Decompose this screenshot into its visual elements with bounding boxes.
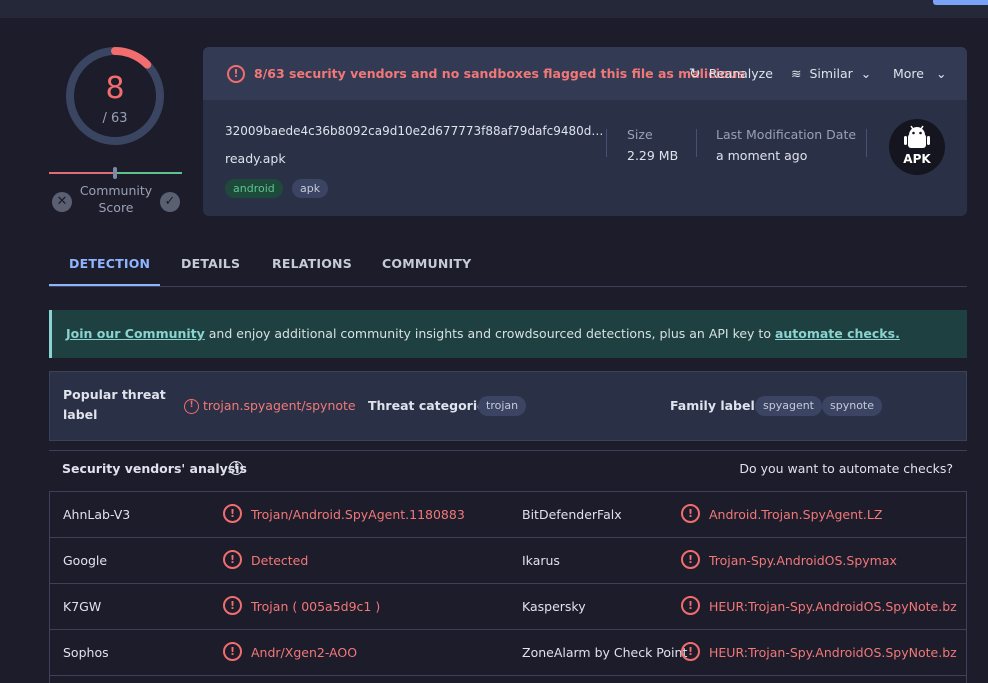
tab-detection[interactable]: DETECTION <box>69 256 150 271</box>
vendor-result: Detected <box>251 553 309 568</box>
popular-threat-label: Popular threat label <box>63 387 166 422</box>
size-value: 2.29 MB <box>627 148 679 163</box>
top-action-button[interactable] <box>933 0 988 5</box>
size-label: Size <box>627 127 653 142</box>
detections-count: 8 <box>105 71 125 106</box>
divider <box>606 129 607 157</box>
vendor-result: HEUR:Trojan-Spy.AndroidOS.SpyNote.bz <box>709 645 957 660</box>
similar-dropdown[interactable]: ≋ Similar ⌄ <box>791 66 871 81</box>
alert-icon: ! <box>227 65 245 83</box>
table-row: AhnLab-V3 ! Trojan/Android.SpyAgent.1180… <box>50 492 966 538</box>
vendor-result: Andr/Xgen2-AOO <box>251 645 358 660</box>
community-banner: Join our Community and enjoy additional … <box>49 310 967 358</box>
alert-icon: ! <box>681 504 700 523</box>
malicious-alert: 8/63 security vendors and no sandboxes f… <box>254 66 745 81</box>
file-card-header: ! 8/63 security vendors and no sandboxes… <box>203 47 967 100</box>
file-summary-card: ! 8/63 security vendors and no sandboxes… <box>203 47 967 216</box>
total-vendors: / 63 <box>102 111 128 126</box>
vendor-result: Trojan/Android.SpyAgent.1180883 <box>251 507 465 522</box>
alert-icon: ! <box>223 550 242 569</box>
community-score-bar <box>49 167 182 179</box>
automate-checks-prompt[interactable]: Do you want to automate checks? <box>739 461 953 476</box>
vote-malicious-icon[interactable]: ✕ <box>52 192 72 212</box>
tab-community[interactable]: COMMUNITY <box>382 256 471 271</box>
vendors-analysis-header: Security vendors' analysis i Do you want… <box>49 450 967 490</box>
family-label-pill[interactable]: spyagent <box>755 396 822 416</box>
popular-threat-value[interactable]: trojan.spyagent/spynote <box>203 398 356 413</box>
alert-icon: ! <box>223 504 242 523</box>
chevron-down-icon: ⌄ <box>860 66 872 81</box>
vendors-analysis-title: Security vendors' analysis <box>62 461 247 476</box>
join-community-link[interactable]: Join our Community <box>66 326 205 341</box>
tag-android[interactable]: android <box>225 179 283 198</box>
top-navbar <box>0 0 988 18</box>
divider <box>696 129 697 157</box>
chevron-down-icon: ⌄ <box>935 66 947 81</box>
tab-details[interactable]: DETAILS <box>181 256 240 271</box>
threat-categories-label: Threat categories <box>368 398 494 413</box>
alert-icon: ! <box>681 596 700 615</box>
tab-divider <box>49 286 967 287</box>
vote-harmless-icon[interactable]: ✓ <box>160 192 180 212</box>
automate-checks-link[interactable]: automate checks. <box>775 326 900 341</box>
table-row: Sophos ! Andr/Xgen2-AOO ZoneAlarm by Che… <box>50 630 966 676</box>
table-row: K7GW ! Trojan ( 005a5d9c1 ) Kaspersky ! … <box>50 584 966 630</box>
last-modification-label: Last Modification Date <box>716 127 857 142</box>
threat-category-pill[interactable]: trojan <box>478 396 527 416</box>
vendor-result: Android.Trojan.SpyAgent.LZ <box>709 507 883 522</box>
reanalyze-button[interactable]: ↻ Reanalyze <box>689 66 773 82</box>
vendor-name: Ikarus <box>522 553 560 568</box>
alert-icon: ! <box>223 642 242 661</box>
family-label-pill[interactable]: spynote <box>822 396 883 416</box>
vendor-name: AhnLab-V3 <box>63 507 131 522</box>
refresh-icon: ↻ <box>689 66 701 82</box>
more-dropdown[interactable]: More ⌄ <box>893 66 946 81</box>
banner-text: and enjoy additional community insights … <box>204 326 775 341</box>
family-labels-label: Family labels <box>670 398 763 413</box>
file-name: ready.apk <box>225 151 286 166</box>
divider <box>866 129 867 157</box>
apk-file-type-icon: APK <box>889 119 945 175</box>
vendor-name: ZoneAlarm by Check Point <box>522 645 688 660</box>
vendor-result: HEUR:Trojan-Spy.AndroidOS.SpyNote.bz <box>709 599 957 614</box>
tag-apk[interactable]: apk <box>292 179 329 198</box>
vendor-result: Trojan-Spy.AndroidOS.Spymax <box>709 553 897 568</box>
alert-icon: ! <box>184 399 199 414</box>
tab-relations[interactable]: RELATIONS <box>272 256 352 271</box>
alert-icon: ! <box>223 596 242 615</box>
vendors-table: AhnLab-V3 ! Trojan/Android.SpyAgent.1180… <box>49 491 967 683</box>
alert-icon: ! <box>681 550 700 569</box>
last-modification-value: a moment ago <box>716 148 808 163</box>
vendor-result: Trojan ( 005a5d9c1 ) <box>251 599 381 614</box>
community-score-label: Community Score <box>79 183 153 215</box>
info-icon[interactable]: i <box>229 461 243 475</box>
alert-icon: ! <box>681 642 700 661</box>
community-score-marker <box>113 167 117 179</box>
vendor-name: Google <box>63 553 108 568</box>
file-hash[interactable]: 32009baede4c36b8092ca9d10e2d677773f88af7… <box>225 124 603 138</box>
table-row: Google ! Detected Ikarus ! Trojan-Spy.An… <box>50 538 966 584</box>
threat-summary-panel: Popular threat label ! trojan.spyagent/s… <box>49 371 967 441</box>
vendor-name: K7GW <box>63 599 102 614</box>
vendor-name: Kaspersky <box>522 599 586 614</box>
svg-text:APK: APK <box>903 152 931 166</box>
vendor-name: BitDefenderFalx <box>522 507 622 522</box>
vendor-name: Sophos <box>63 645 109 660</box>
detection-score-ring: 8 / 63 <box>64 45 166 147</box>
similar-icon: ≋ <box>791 66 802 81</box>
